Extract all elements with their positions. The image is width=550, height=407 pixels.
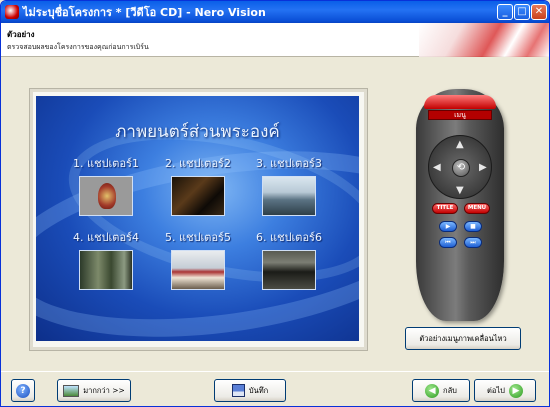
arrow-up-icon[interactable]: ▲ (456, 140, 464, 150)
title-bar[interactable]: ไม่ระบุชื่อโครงการ * [วีดีโอ CD] - Nero … (1, 1, 549, 23)
window-title: ไม่ระบุชื่อโครงการ * [วีดีโอ CD] - Nero … (23, 6, 266, 19)
nero-app-icon (5, 5, 19, 19)
chapter-item-3[interactable]: 3. แชปเตอร์3 (244, 154, 334, 216)
back-arrow-icon: ◀ (425, 383, 440, 398)
chapter-item-4[interactable]: 4. แชปเตอร์4 (61, 228, 151, 290)
next-icon[interactable]: ⏭ (464, 237, 482, 248)
remote-dpad: ▲ ▼ ◀ ▶ ⟲ (428, 135, 492, 199)
maximize-button[interactable]: □ (514, 4, 530, 20)
more-label: มากกว่า >> (83, 385, 125, 395)
remote-menu-button[interactable]: MENU (464, 203, 490, 214)
next-label: ต่อไป (487, 385, 505, 395)
previous-icon[interactable]: ⏮ (439, 237, 457, 248)
remote-display: เมนู (428, 110, 492, 120)
chapter-thumbnail (262, 176, 316, 216)
preview-motion-menu-button[interactable]: ตัวอย่างเมนูภาพเคลื่อนไหว (405, 327, 521, 350)
arrow-down-icon[interactable]: ▼ (456, 186, 464, 196)
chapter-item-5[interactable]: 5. แชปเตอร์5 (153, 228, 243, 290)
remote-ok-button[interactable]: ⟲ (452, 159, 470, 177)
chapter-label: 3. แชปเตอร์3 (256, 157, 322, 170)
app-window: ไม่ระบุชื่อโครงการ * [วีดีโอ CD] - Nero … (0, 0, 550, 407)
chapter-thumbnail (79, 250, 133, 290)
next-arrow-icon: ▶ (508, 383, 523, 398)
chapter-label: 4. แชปเตอร์4 (73, 231, 139, 244)
chapter-thumbnail (262, 250, 316, 290)
next-button[interactable]: ต่อไป ▶ (474, 379, 536, 402)
play-icon[interactable]: ▶ (439, 221, 457, 232)
remote-top-cap (424, 95, 496, 109)
wizard-header: ตัวอย่าง ตรวจสอบผลของโครงการของคุณก่อนกา… (1, 23, 549, 57)
back-button[interactable]: ◀ กลับ (412, 379, 470, 402)
floppy-disk-icon (231, 384, 245, 397)
stop-icon[interactable]: ■ (464, 221, 482, 232)
chapter-label: 1. แชปเตอร์1 (73, 157, 139, 170)
chapter-thumbnail (79, 176, 133, 216)
back-label: กลับ (443, 385, 457, 395)
chapter-thumbnail (171, 176, 225, 216)
preview-motion-menu-label: ตัวอย่างเมนูภาพเคลื่อนไหว (419, 333, 507, 343)
page-subtitle: ตรวจสอบผลของโครงการของคุณก่อนการเบิร์น (7, 43, 149, 51)
more-button[interactable]: มากกว่า >> (57, 379, 131, 402)
save-label: บันทึก (248, 385, 269, 395)
arrow-left-icon[interactable]: ◀ (433, 163, 441, 173)
chapter-item-1[interactable]: 1. แชปเตอร์1 (61, 154, 151, 216)
movie-title: ภาพยนตร์ส่วนพระองค์ (115, 122, 280, 142)
chapter-thumbnail (171, 250, 225, 290)
nero-banner-graphic (419, 23, 549, 57)
chapter-label: 6. แชปเตอร์6 (256, 231, 322, 244)
help-button[interactable]: ? (11, 379, 35, 402)
wizard-footer: ? มากกว่า >> บันทึก ◀ กลับ ต่อไป ▶ (1, 371, 549, 406)
save-button[interactable]: บันทึก (214, 379, 286, 402)
menu-preview-screen: ภาพยนตร์ส่วนพระองค์ 1. แชปเตอร์1 2. แชปเ… (36, 96, 359, 341)
minimize-button[interactable]: _ (497, 4, 513, 20)
help-icon: ? (16, 383, 30, 398)
remote-control: เมนู ▲ ▼ ◀ ▶ ⟲ TITLE MENU ▶ ■ ⏮ ⏭ (416, 89, 504, 321)
arrow-right-icon[interactable]: ▶ (479, 163, 487, 173)
page-title: ตัวอย่าง (7, 30, 35, 39)
chapter-item-6[interactable]: 6. แชปเตอร์6 (244, 228, 334, 290)
remote-title-button[interactable]: TITLE (432, 203, 458, 214)
chapter-item-2[interactable]: 2. แชปเตอร์2 (153, 154, 243, 216)
chapter-label: 5. แชปเตอร์5 (165, 231, 231, 244)
close-button[interactable]: ✕ (531, 4, 547, 20)
chapter-label: 2. แชปเตอร์2 (165, 157, 231, 170)
more-options-icon (63, 384, 80, 397)
